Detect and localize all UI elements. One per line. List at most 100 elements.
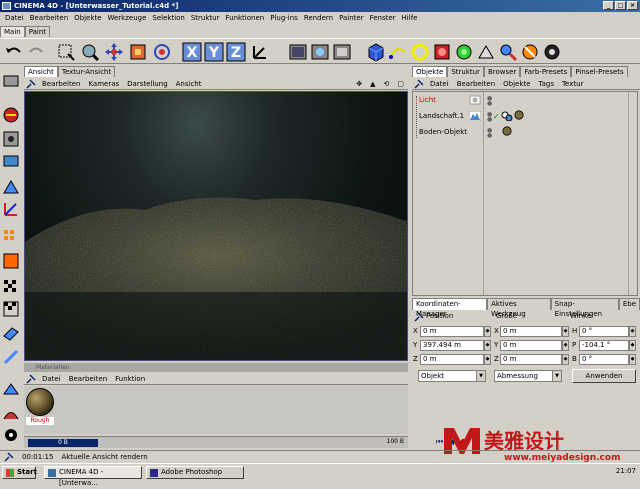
maximize-button[interactable]: □ <box>615 1 626 10</box>
menu-plugins[interactable]: Plug-ins <box>267 14 301 22</box>
render-view-icon[interactable] <box>288 42 308 62</box>
scene-objects-icon[interactable] <box>476 42 496 62</box>
tab-aktives-werkzeug[interactable]: Aktives Werkzeug <box>487 298 551 318</box>
timeline-current-frame[interactable]: 0 B <box>28 439 98 447</box>
size-x-field[interactable]: 0 m <box>500 326 562 337</box>
select-rectangle-icon[interactable] <box>56 42 76 62</box>
tab-paint[interactable]: Paint <box>24 26 51 37</box>
tab-browser[interactable]: Browser <box>483 66 521 77</box>
render-picture-viewer-icon[interactable] <box>332 42 352 62</box>
move-icon[interactable] <box>104 42 124 62</box>
scale-icon[interactable] <box>128 42 148 62</box>
axis-mode-icon[interactable] <box>2 152 20 170</box>
pan-view-icon[interactable]: ✥ <box>352 80 366 88</box>
tab-ansicht[interactable]: Ansicht <box>24 66 58 77</box>
tab-pinsel-presets[interactable]: Pinsel-Presets <box>571 66 628 77</box>
coordinate-mode-select[interactable]: Objekt ▼ <box>418 370 486 382</box>
menu-fenster[interactable]: Fenster <box>367 14 399 22</box>
size-mode-select[interactable]: Abmessung ▼ <box>494 370 562 382</box>
obj-menu-bearbeiten[interactable]: Bearbeiten <box>453 80 499 88</box>
x-axis-icon[interactable]: X <box>182 42 202 62</box>
mat-menu-datei[interactable]: Datei <box>38 375 65 383</box>
gear-icon[interactable] <box>2 426 20 444</box>
phong-tag-icon[interactable] <box>501 111 513 121</box>
deformer-icon[interactable] <box>454 42 474 62</box>
position-z-spinner[interactable]: ◆ <box>484 354 491 365</box>
redo-icon[interactable] <box>26 42 46 62</box>
3d-viewport[interactable] <box>24 91 408 361</box>
polygon-mode-icon[interactable] <box>2 228 20 246</box>
task-cinema4d[interactable]: CINEMA 4D - [Unterwa... <box>44 466 142 487</box>
angle-b-spinner[interactable]: ◆ <box>629 354 636 365</box>
light-icon[interactable] <box>498 42 518 62</box>
size-y-field[interactable]: 0 m <box>500 340 562 351</box>
enabled-check-icon[interactable]: ✓ <box>493 112 500 121</box>
timeline[interactable]: 0 B 100 B <box>24 436 408 448</box>
tab-main[interactable]: Main <box>0 26 25 37</box>
mat-menu-funktion[interactable]: Funktion <box>111 375 149 383</box>
position-y-spinner[interactable]: ◆ <box>484 340 491 351</box>
visibility-dots-boden[interactable]: ● ● <box>487 128 492 139</box>
checker-grid-icon[interactable] <box>2 278 20 296</box>
spline-icon[interactable] <box>388 42 408 62</box>
angle-p-spinner[interactable]: ◆ <box>629 340 636 351</box>
material-tag-boden-icon[interactable] <box>501 126 513 136</box>
object-row-licht[interactable]: Licht <box>419 96 436 104</box>
size-z-spinner[interactable]: ◆ <box>562 354 569 365</box>
rotate-icon[interactable] <box>152 42 172 62</box>
tweak-mode-icon[interactable] <box>2 380 20 398</box>
menu-bearbeiten[interactable]: Bearbeiten <box>27 14 71 22</box>
z-axis-icon[interactable]: Z <box>226 42 246 62</box>
apply-button[interactable]: Anwenden <box>572 369 636 383</box>
minimize-button[interactable]: _ <box>603 1 614 10</box>
menu-rendern[interactable]: Rendern <box>301 14 336 22</box>
coordinate-system-icon[interactable] <box>250 42 270 62</box>
start-button[interactable]: Start <box>2 466 37 479</box>
tab-farb-presets[interactable]: Farb-Presets <box>520 66 572 77</box>
camera-mode-icon[interactable] <box>2 72 20 90</box>
menu-hilfe[interactable]: Hilfe <box>399 14 421 22</box>
position-x-spinner[interactable]: ◆ <box>484 326 491 337</box>
undo-icon[interactable] <box>4 42 24 62</box>
zoom-icon[interactable] <box>80 42 100 62</box>
tab-koordinaten-manager[interactable]: Koordinaten-Manager <box>412 298 488 318</box>
obj-menu-tags[interactable]: Tags <box>534 80 558 88</box>
angle-p-field[interactable]: -104.1 ° <box>579 340 629 351</box>
toggle-view-icon[interactable]: ▢ <box>393 80 408 88</box>
texture-mode-icon[interactable] <box>2 130 20 148</box>
vp-menu-kameras[interactable]: Kameras <box>84 80 123 88</box>
size-y-spinner[interactable]: ◆ <box>562 340 569 351</box>
y-axis-icon[interactable]: Y <box>204 42 224 62</box>
size-z-field[interactable]: 0 m <box>500 354 562 365</box>
menu-datei[interactable]: Datei <box>2 14 27 22</box>
angle-b-field[interactable]: 0 ° <box>579 354 629 365</box>
mat-menu-bearbeiten[interactable]: Bearbeiten <box>65 375 111 383</box>
obj-menu-datei[interactable]: Datei <box>426 80 453 88</box>
tab-struktur[interactable]: Struktur <box>447 66 484 77</box>
workplane-icon[interactable] <box>2 324 20 342</box>
visibility-dots-landschaft[interactable]: ● ● <box>487 112 492 123</box>
position-x-field[interactable]: 0 m <box>420 326 484 337</box>
position-z-field[interactable]: 0 m <box>420 354 484 365</box>
menu-objekte[interactable]: Objekte <box>71 14 104 22</box>
menu-struktur[interactable]: Struktur <box>188 14 223 22</box>
render-region-icon[interactable] <box>310 42 330 62</box>
close-button[interactable]: × <box>627 1 638 10</box>
tab-objekte[interactable]: Objekte <box>412 66 448 77</box>
solo-grid-icon[interactable] <box>2 300 20 318</box>
object-mode-icon[interactable] <box>2 106 20 124</box>
task-photoshop[interactable]: Adobe Photoshop <box>146 466 244 479</box>
menu-funktionen[interactable]: Funktionen <box>222 14 267 22</box>
nurbs-icon[interactable] <box>410 42 430 62</box>
point-mode-icon[interactable] <box>2 178 20 196</box>
object-row-boden[interactable]: Boden-Objekt <box>419 128 467 136</box>
animation-mode-icon[interactable] <box>2 252 20 270</box>
size-x-spinner[interactable]: ◆ <box>562 326 569 337</box>
tab-snap-einstellungen[interactable]: Snap-Einstellungen <box>550 298 619 318</box>
menu-painter[interactable]: Painter <box>336 14 367 22</box>
vp-menu-bearbeiten[interactable]: Bearbeiten <box>38 80 84 88</box>
cube-primitive-icon[interactable] <box>366 42 386 62</box>
paint-mode-icon[interactable] <box>2 348 20 366</box>
object-tree-scrollbar[interactable] <box>628 92 636 295</box>
modeling-icon[interactable] <box>432 42 452 62</box>
